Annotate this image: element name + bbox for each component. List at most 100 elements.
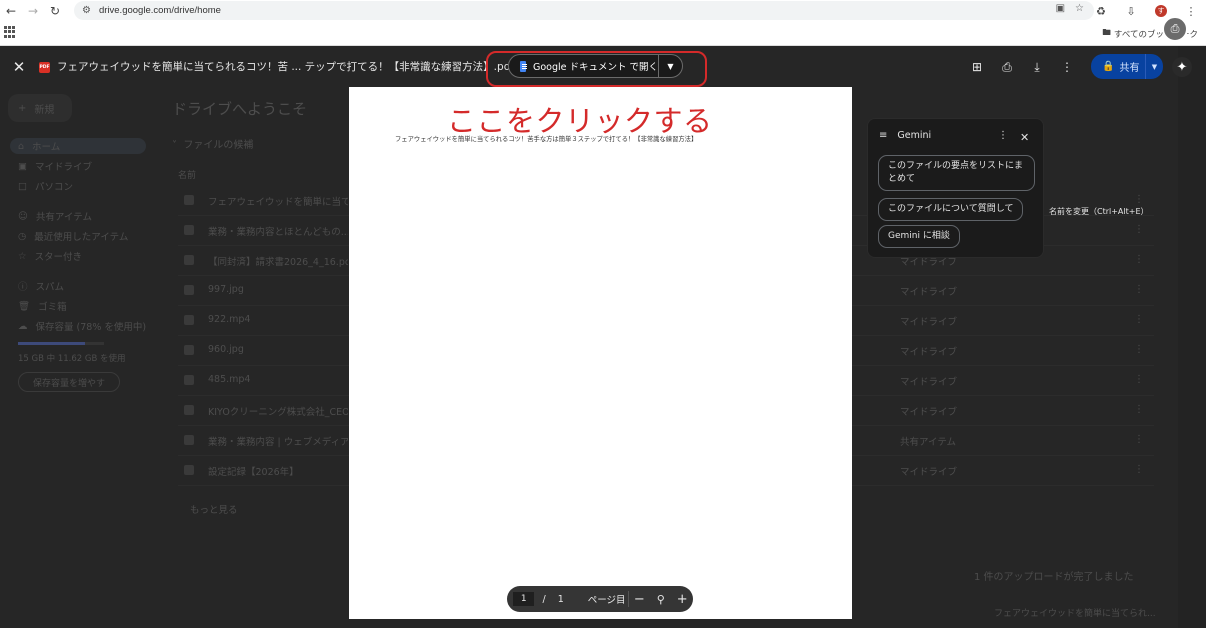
- screenshot-capture-icon[interactable]: ⎙: [1162, 16, 1188, 42]
- spam-icon: ⓘ: [18, 282, 28, 293]
- forward-button[interactable]: →: [22, 0, 44, 22]
- total-pages: 1: [557, 593, 564, 605]
- extensions-icon[interactable]: ♻: [1086, 0, 1116, 22]
- sidebar-item-shared[interactable]: ☺ 共有アイテム: [18, 208, 92, 224]
- trash-icon: 🗑: [18, 300, 31, 312]
- zoom-fit-icon[interactable]: ⚲: [650, 593, 671, 606]
- page-controls: 1 / 1 ページ目 − ⚲ +: [507, 586, 693, 612]
- gemini-spark-icon[interactable]: ✦: [1172, 57, 1192, 77]
- gemini-more-icon[interactable]: ⋮: [998, 130, 1008, 141]
- side-panel-strip: [1178, 46, 1206, 628]
- address-bar[interactable]: ⚙ drive.google.com/drive/home ▣ ☆: [74, 1, 1094, 20]
- gemini-header: ≡ Gemini: [879, 130, 931, 141]
- url-text[interactable]: drive.google.com/drive/home: [99, 5, 221, 16]
- computer-icon: □: [18, 180, 27, 192]
- file-name: 業務・業務内容 | ウェブメディア...: [208, 437, 348, 448]
- bookmark-star-icon[interactable]: ☆: [1075, 3, 1084, 14]
- sidebar-label: 最近使用したアイテム: [34, 232, 129, 243]
- row-more-icon[interactable]: ⋮: [1134, 434, 1144, 445]
- file-type-icon: [184, 225, 194, 235]
- zoom-in-button[interactable]: +: [672, 592, 693, 607]
- sidebar-item-recent[interactable]: ◷ 最近使用したアイテム: [18, 228, 128, 244]
- file-type-icon: [184, 345, 194, 355]
- page-title: ドライブへようこそ: [172, 100, 308, 118]
- lock-icon: 🔒: [1102, 61, 1115, 72]
- sidebar-label: ゴミ箱: [38, 302, 67, 313]
- drive-icon: ▣: [18, 160, 27, 172]
- cloud-icon: ☁: [18, 320, 28, 332]
- sidebar-item-home[interactable]: ⌂ ホーム: [10, 138, 146, 154]
- file-location: マイドライブ: [900, 377, 958, 388]
- reload-button[interactable]: ↻: [44, 0, 66, 22]
- get-more-storage-button[interactable]: 保存容量を増やす: [18, 372, 120, 392]
- new-button[interactable]: + 新規: [8, 94, 72, 122]
- clock-icon: ◷: [18, 230, 27, 242]
- browser-chrome: ← → ↻ ⚙ drive.google.com/drive/home ▣ ☆ …: [0, 0, 1206, 46]
- open-with-dropdown-button[interactable]: ▼: [659, 62, 682, 71]
- gemini-chip-consult[interactable]: Gemini に相談: [878, 225, 960, 248]
- sidebar-item-starred[interactable]: ☆ スター付き: [18, 248, 82, 264]
- page-label: ページ目: [587, 595, 626, 606]
- add-comment-icon[interactable]: ⊞: [968, 58, 986, 76]
- viewer-header: ✕ PDF フェアウェイウッドを簡単に当てられるコツ！苦 ... テップで打てる…: [0, 46, 1206, 88]
- pdf-page: ここをクリックする フェアウェイウッドを簡単に当てられるコツ！苦手な方は簡単３ス…: [349, 87, 852, 619]
- file-name: 設定記録【2026年】: [208, 467, 299, 478]
- more-actions-icon[interactable]: ⋮: [1058, 58, 1076, 76]
- sidebar-item-trash[interactable]: 🗑 ゴミ箱: [18, 298, 67, 314]
- apps-grid-icon[interactable]: [4, 26, 16, 38]
- file-type-icon: [184, 195, 194, 205]
- install-app-icon[interactable]: ▣: [1056, 3, 1065, 14]
- gemini-close-icon[interactable]: ✕: [1020, 131, 1029, 144]
- show-more-link[interactable]: もっと見る: [190, 502, 238, 516]
- row-more-icon[interactable]: ⋮: [1134, 224, 1144, 235]
- file-type-icon: [184, 435, 194, 445]
- avatar: す: [1155, 5, 1167, 17]
- sidebar-label: スパム: [35, 282, 65, 293]
- page-separator: /: [542, 593, 546, 605]
- file-location: マイドライブ: [900, 467, 958, 478]
- file-type-icon: [184, 375, 194, 385]
- download-icon[interactable]: ⇩: [1116, 0, 1146, 22]
- row-more-icon[interactable]: ⋮: [1134, 344, 1144, 355]
- sidebar-label: スター付き: [34, 252, 83, 263]
- current-page-input[interactable]: 1: [513, 592, 535, 606]
- sidebar-item-spam[interactable]: ⓘ スパム: [18, 278, 64, 294]
- row-more-icon[interactable]: ⋮: [1134, 314, 1144, 325]
- open-with-button-group: Google ドキュメント で開く ▼: [508, 54, 683, 78]
- zoom-out-button[interactable]: −: [629, 592, 650, 607]
- row-more-icon[interactable]: ⋮: [1134, 404, 1144, 415]
- file-title: フェアウェイウッドを簡単に当てられるコツ！苦 ... テップで打てる！【非常識な…: [57, 61, 515, 73]
- file-type-icon: [184, 315, 194, 325]
- share-dropdown-button[interactable]: ▼: [1146, 63, 1163, 71]
- chevron-down-icon: ˅: [172, 140, 177, 151]
- folder-icon: 🖿: [1102, 27, 1111, 37]
- close-viewer-button[interactable]: ✕: [10, 58, 28, 76]
- share-button[interactable]: 🔒 共有: [1091, 54, 1146, 79]
- print-icon[interactable]: ⎙: [998, 58, 1016, 76]
- download-icon[interactable]: ⤓: [1028, 58, 1046, 76]
- site-info-icon[interactable]: ⚙: [82, 5, 91, 16]
- sidebar-item-storage[interactable]: ☁ 保存容量 (78% を使用中): [18, 318, 146, 334]
- suggested-files-header[interactable]: ˅ ファイルの候補: [172, 136, 253, 151]
- storage-text: 15 GB 中 11.62 GB を使用: [18, 354, 126, 364]
- back-button[interactable]: ←: [0, 0, 22, 22]
- file-type-icon: [184, 255, 194, 265]
- browser-right-controls: ♻ ⇩ す ⋮: [1086, 0, 1206, 22]
- row-more-icon[interactable]: ⋮: [1134, 374, 1144, 385]
- sidebar-label: ホーム: [32, 142, 61, 153]
- file-name: 【同封済】請求書2026_4_16.pdf: [208, 257, 348, 268]
- row-more-icon[interactable]: ⋮: [1134, 464, 1144, 475]
- row-more-icon[interactable]: ⋮: [1134, 284, 1144, 295]
- open-with-google-docs-button[interactable]: Google ドキュメント で開く: [509, 55, 659, 77]
- new-label: 新規: [34, 104, 55, 116]
- people-icon: ☺: [18, 210, 28, 222]
- sidebar-label: 共有アイテム: [35, 212, 92, 223]
- row-more-icon[interactable]: ⋮: [1134, 194, 1144, 205]
- gemini-chip-summarize[interactable]: このファイルの要点をリストにまとめて: [878, 155, 1035, 191]
- sidebar-item-computers[interactable]: □ パソコン: [18, 178, 73, 194]
- file-location: マイドライブ: [900, 407, 958, 418]
- open-with-label: Google ドキュメント で開く: [532, 62, 658, 73]
- gemini-chip-ask[interactable]: このファイルについて質問して: [878, 198, 1024, 221]
- row-more-icon[interactable]: ⋮: [1134, 254, 1144, 265]
- sidebar-item-my-drive[interactable]: ▣ マイドライブ: [18, 158, 92, 174]
